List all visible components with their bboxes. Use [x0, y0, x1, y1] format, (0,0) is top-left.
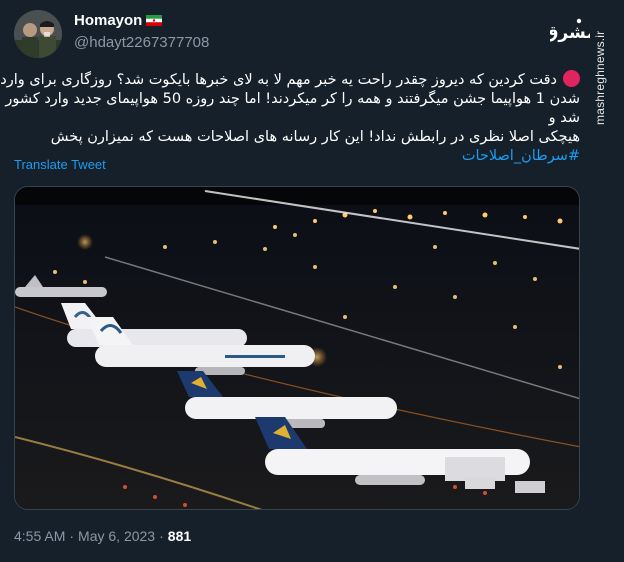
meta-separator-2: · — [159, 528, 164, 544]
author-name-text[interactable]: Homayon — [74, 12, 142, 29]
tweet-text: دقت کردین که دیروز چقدر راحت یه خبر مهم … — [0, 70, 580, 166]
watermark-site: mashreghnews.ir — [593, 30, 607, 125]
airport-night-image — [15, 187, 579, 509]
avatar[interactable] — [14, 10, 62, 58]
author-handle[interactable]: @hdayt2267377708 — [74, 34, 209, 51]
author-display-name[interactable]: Homayon — [74, 12, 163, 29]
red-circle-icon — [563, 70, 580, 87]
translate-tweet-link[interactable]: Translate Tweet — [14, 157, 106, 172]
tweet-time[interactable]: 4:55 AM — [14, 528, 65, 544]
iran-flag-icon — [146, 15, 163, 26]
views-count: 881 — [167, 528, 192, 544]
svg-text:مشرق: مشرق — [550, 23, 590, 43]
meta-separator: · — [69, 528, 75, 544]
tweet-text-line-1: دقت کردین که دیروز چقدر راحت یه خبر مهم … — [0, 70, 580, 90]
tweet-text-line-3: هیچکی اصلا نظری در رابطش نداد! این کار ر… — [50, 129, 580, 145]
hashtag-link[interactable]: #سرطان_اصلاحات — [462, 148, 580, 164]
tweet-meta: 4:55 AM · May 6, 2023 · 881 — [14, 528, 191, 544]
tweet-photo[interactable] — [14, 186, 580, 510]
tweet-card: Homayon @hdayt2267377708 مشرق mashreghne… — [0, 0, 624, 562]
tweet-text-line-2: شدن 1 هواپیما جشن میگرفتند و همه را کر م… — [5, 91, 580, 126]
mashregh-logo-icon: مشرق — [550, 18, 590, 43]
tweet-date[interactable]: May 6, 2023 — [78, 528, 155, 544]
